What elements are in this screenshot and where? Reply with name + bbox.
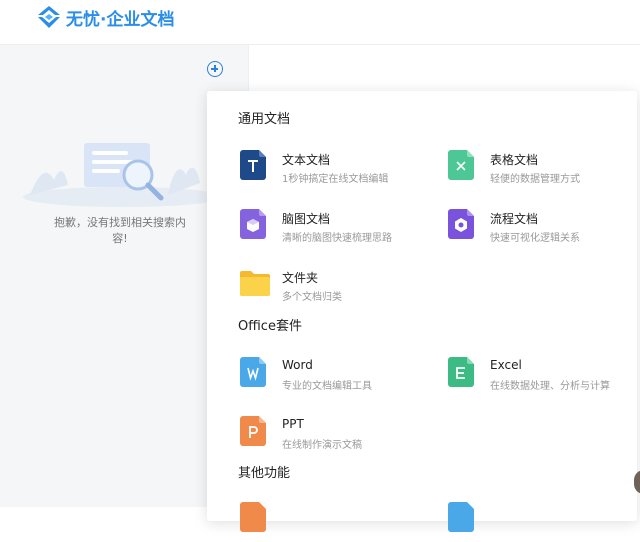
menu-item-title: 流程文档: [490, 212, 539, 226]
menu-item-title: Excel: [490, 358, 522, 372]
folder-icon: [240, 271, 270, 296]
menu-item-title: 脑图文档: [282, 212, 331, 226]
menu-item-flow-doc[interactable]: 流程文档 快速可视化逻辑关系: [448, 209, 640, 249]
menu-item-desc: 专业的文档编辑工具: [282, 381, 372, 392]
menu-item-title: 文本文档: [282, 153, 331, 167]
brand-name: 无忧·企业文档: [66, 9, 175, 30]
menu-item-word[interactable]: Word 专业的文档编辑工具: [240, 357, 440, 397]
create-menu-panel: 通用文档 文本文档 1秒钟搞定在线文档编辑 表格文档 轻便的数据管理方式 脑图文…: [207, 91, 640, 532]
menu-item-excel[interactable]: Excel 在线数据处理、分析与计算: [448, 357, 640, 397]
brand-logo[interactable]: 无忧·企业文档: [36, 4, 174, 30]
menu-item-desc: 1秒钟搞定在线文档编辑: [282, 174, 389, 185]
mindmap-doc-icon: [240, 209, 266, 239]
menu-item-title: 文件夹: [282, 271, 319, 285]
sheet-doc-icon: [448, 150, 474, 180]
menu-item-mindmap-doc[interactable]: 脑图文档 清晰的脑图快速梳理思路: [240, 209, 440, 249]
menu-item-desc: 在线制作演示文稿: [282, 440, 362, 451]
section-title-other: 其他功能: [238, 466, 291, 481]
menu-item-title: Word: [282, 358, 313, 372]
flow-doc-icon: [448, 209, 474, 239]
empty-search-message: 抱歉，没有找到相关搜索内容!: [54, 216, 186, 245]
top-header: 无忧·企业文档: [0, 0, 640, 45]
section-title-general: 通用文档: [238, 112, 291, 127]
menu-item-template[interactable]: [240, 502, 440, 542]
menu-item-upload[interactable]: [448, 502, 640, 542]
menu-item-desc: 清晰的脑图快速梳理思路: [282, 233, 392, 244]
menu-item-desc: 轻便的数据管理方式: [490, 174, 580, 185]
menu-item-folder[interactable]: 文件夹 多个文档归类: [240, 268, 440, 308]
excel-icon: [448, 357, 474, 387]
text-doc-icon: [240, 150, 266, 180]
menu-item-sheet-doc[interactable]: 表格文档 轻便的数据管理方式: [448, 150, 640, 190]
ppt-icon: [240, 416, 266, 446]
empty-search-illustration: [23, 143, 223, 207]
menu-item-title: 表格文档: [490, 153, 539, 167]
menu-item-ppt[interactable]: PPT 在线制作演示文稿: [240, 416, 440, 456]
menu-item-desc: 快速可视化逻辑关系: [490, 233, 580, 244]
menu-item-desc: 多个文档归类: [282, 292, 342, 303]
logo-mark-icon: [38, 6, 60, 28]
section-title-office: Office套件: [238, 319, 302, 334]
menu-item-title: PPT: [282, 417, 304, 431]
menu-item-text-doc[interactable]: 文本文档 1秒钟搞定在线文档编辑: [240, 150, 440, 190]
word-icon: [240, 357, 266, 387]
add-document-button[interactable]: [207, 61, 223, 77]
menu-item-desc: 在线数据处理、分析与计算: [490, 381, 610, 392]
